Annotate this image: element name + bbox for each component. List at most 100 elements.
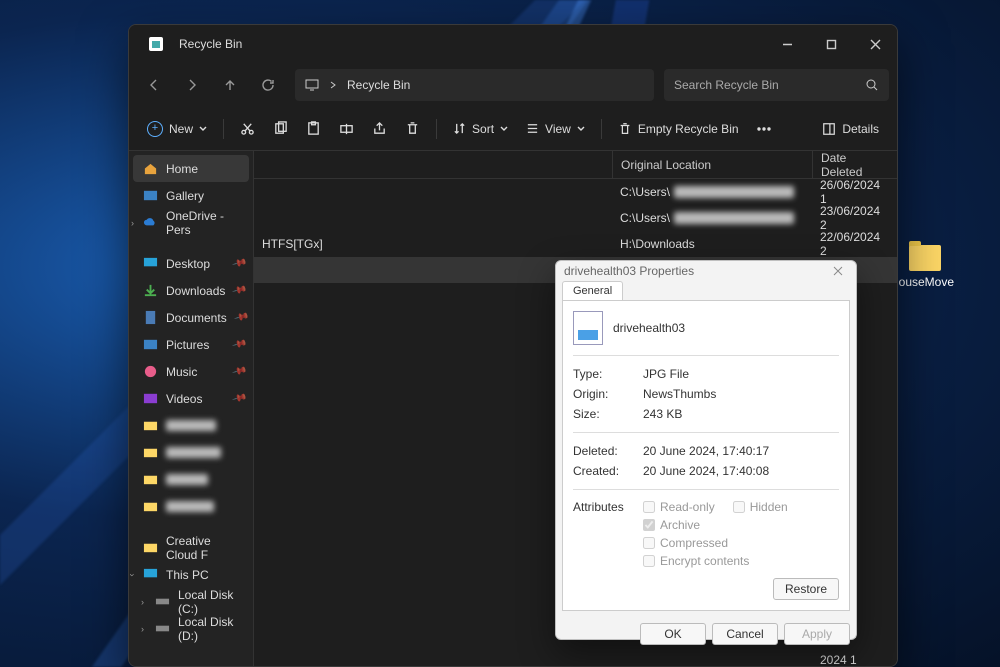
dialog-titlebar[interactable]: drivehealth03 Properties bbox=[556, 261, 856, 281]
sidebar-item-documents[interactable]: Documents📌 bbox=[129, 304, 253, 331]
properties-dialog: drivehealth03 Properties General drivehe… bbox=[555, 260, 857, 640]
attributes-label: Attributes bbox=[573, 500, 643, 568]
new-button[interactable]: +New bbox=[139, 113, 215, 145]
dialog-close-button[interactable] bbox=[828, 261, 848, 281]
file-name: drivehealth03 bbox=[613, 321, 685, 335]
search-placeholder: Search Recycle Bin bbox=[674, 78, 779, 92]
toolbar: +New Sort View Empty Recycle Bin Details bbox=[129, 107, 897, 151]
sidebar-item-folder[interactable]: x bbox=[129, 493, 253, 520]
folder-icon bbox=[143, 499, 158, 514]
paste-button[interactable] bbox=[298, 113, 329, 145]
pin-icon: 📌 bbox=[231, 256, 247, 272]
empty-recycle-bin-button[interactable]: Empty Recycle Bin bbox=[610, 113, 747, 145]
new-tab-button[interactable] bbox=[294, 30, 322, 58]
forward-button[interactable] bbox=[175, 69, 209, 101]
chevron-right-icon: › bbox=[131, 218, 134, 228]
sidebar-item-gallery[interactable]: Gallery bbox=[129, 182, 253, 209]
delete-button[interactable] bbox=[397, 113, 428, 145]
gallery-icon bbox=[143, 188, 158, 203]
folder-icon bbox=[143, 418, 158, 433]
folder-icon bbox=[143, 445, 158, 460]
music-icon bbox=[143, 364, 158, 379]
chevron-down-icon: › bbox=[129, 573, 138, 576]
rename-button[interactable] bbox=[331, 113, 362, 145]
type-value: JPG File bbox=[643, 367, 689, 381]
view-button[interactable]: View bbox=[518, 113, 593, 145]
pin-icon: 📌 bbox=[231, 337, 247, 353]
apply-button[interactable]: Apply bbox=[784, 623, 850, 645]
chevron-down-icon bbox=[577, 125, 585, 133]
chevron-down-icon bbox=[500, 125, 508, 133]
details-pane-button[interactable]: Details bbox=[814, 113, 887, 145]
desktop-shortcut[interactable]: louseMove bbox=[895, 245, 955, 289]
table-row[interactable]: C:\Users\x23/06/2024 2 bbox=[254, 205, 897, 231]
sidebar-item-onedrive[interactable]: ›OneDrive - Pers bbox=[129, 209, 253, 236]
cancel-button[interactable]: Cancel bbox=[712, 623, 778, 645]
back-button[interactable] bbox=[137, 69, 171, 101]
column-headers: Original Location Date Deleted bbox=[254, 151, 897, 179]
more-button[interactable] bbox=[749, 113, 779, 145]
chevron-down-icon bbox=[199, 125, 207, 133]
pin-icon: 📌 bbox=[231, 391, 247, 407]
table-row[interactable]: HTFS[TGx]H:\Downloads22/06/2024 2 bbox=[254, 231, 897, 257]
sidebar-item-folder[interactable]: x bbox=[129, 439, 253, 466]
sidebar-item-local-disk-d[interactable]: ›Local Disk (D:) bbox=[129, 615, 253, 642]
up-button[interactable] bbox=[213, 69, 247, 101]
column-original-location[interactable]: Original Location bbox=[612, 151, 812, 178]
address-text: Recycle Bin bbox=[347, 78, 410, 92]
tab-general[interactable]: General bbox=[562, 281, 623, 300]
videos-icon bbox=[143, 391, 158, 406]
sidebar-item-creative-cloud[interactable]: Creative Cloud F bbox=[129, 534, 253, 561]
sidebar-item-this-pc[interactable]: ›This PC bbox=[129, 561, 253, 588]
size-label: Size: bbox=[573, 407, 643, 421]
share-button[interactable] bbox=[364, 113, 395, 145]
shortcut-label: louseMove bbox=[895, 275, 955, 289]
refresh-button[interactable] bbox=[251, 69, 285, 101]
restore-button[interactable]: Restore bbox=[773, 578, 839, 600]
ok-button[interactable]: OK bbox=[640, 623, 706, 645]
close-window-button[interactable] bbox=[853, 25, 897, 63]
sort-button[interactable]: Sort bbox=[445, 113, 516, 145]
sidebar-item-pictures[interactable]: Pictures📌 bbox=[129, 331, 253, 358]
tab-recycle-bin[interactable]: Recycle Bin bbox=[139, 37, 252, 51]
chevron-right-icon: › bbox=[141, 624, 144, 634]
cut-button[interactable] bbox=[232, 113, 263, 145]
titlebar: Recycle Bin bbox=[129, 25, 897, 63]
copy-button[interactable] bbox=[265, 113, 296, 145]
column-date-deleted[interactable]: Date Deleted bbox=[812, 151, 897, 178]
minimize-button[interactable] bbox=[765, 25, 809, 63]
monitor-icon bbox=[305, 78, 319, 92]
created-label: Created: bbox=[573, 464, 643, 478]
deleted-value: 20 June 2024, 17:40:17 bbox=[643, 444, 769, 458]
sidebar-item-local-disk-c[interactable]: ›Local Disk (C:) bbox=[129, 588, 253, 615]
sidebar-item-videos[interactable]: Videos📌 bbox=[129, 385, 253, 412]
pin-icon: 📌 bbox=[231, 364, 247, 380]
address-bar[interactable]: Recycle Bin bbox=[295, 69, 654, 101]
type-label: Type: bbox=[573, 367, 643, 381]
search-input[interactable]: Search Recycle Bin bbox=[664, 69, 889, 101]
plus-icon: + bbox=[147, 121, 163, 137]
desktop-icon bbox=[143, 256, 158, 271]
pc-icon bbox=[143, 567, 158, 582]
sidebar-item-desktop[interactable]: Desktop📌 bbox=[129, 250, 253, 277]
table-row[interactable]: C:\Users\x26/06/2024 1 bbox=[254, 179, 897, 205]
sidebar-item-folder[interactable]: x bbox=[129, 412, 253, 439]
chevron-right-icon: › bbox=[141, 597, 144, 607]
sidebar-item-music[interactable]: Music📌 bbox=[129, 358, 253, 385]
encrypt-checkbox: Encrypt contents bbox=[643, 554, 788, 568]
deleted-label: Deleted: bbox=[573, 444, 643, 458]
cloud-icon bbox=[143, 215, 158, 230]
sidebar-item-folder[interactable]: x bbox=[129, 466, 253, 493]
sidebar-item-downloads[interactable]: Downloads📌 bbox=[129, 277, 253, 304]
pin-icon: 📌 bbox=[233, 310, 249, 326]
tab-title: Recycle Bin bbox=[179, 37, 242, 51]
tab-close-button[interactable] bbox=[252, 30, 280, 58]
recycle-bin-icon bbox=[149, 37, 163, 51]
maximize-button[interactable] bbox=[809, 25, 853, 63]
folder-icon bbox=[909, 245, 941, 271]
chevron-right-icon bbox=[329, 81, 337, 89]
dialog-title: drivehealth03 Properties bbox=[564, 264, 694, 278]
folder-icon bbox=[143, 540, 158, 555]
downloads-icon bbox=[143, 283, 158, 298]
sidebar-item-home[interactable]: Home bbox=[133, 155, 249, 182]
